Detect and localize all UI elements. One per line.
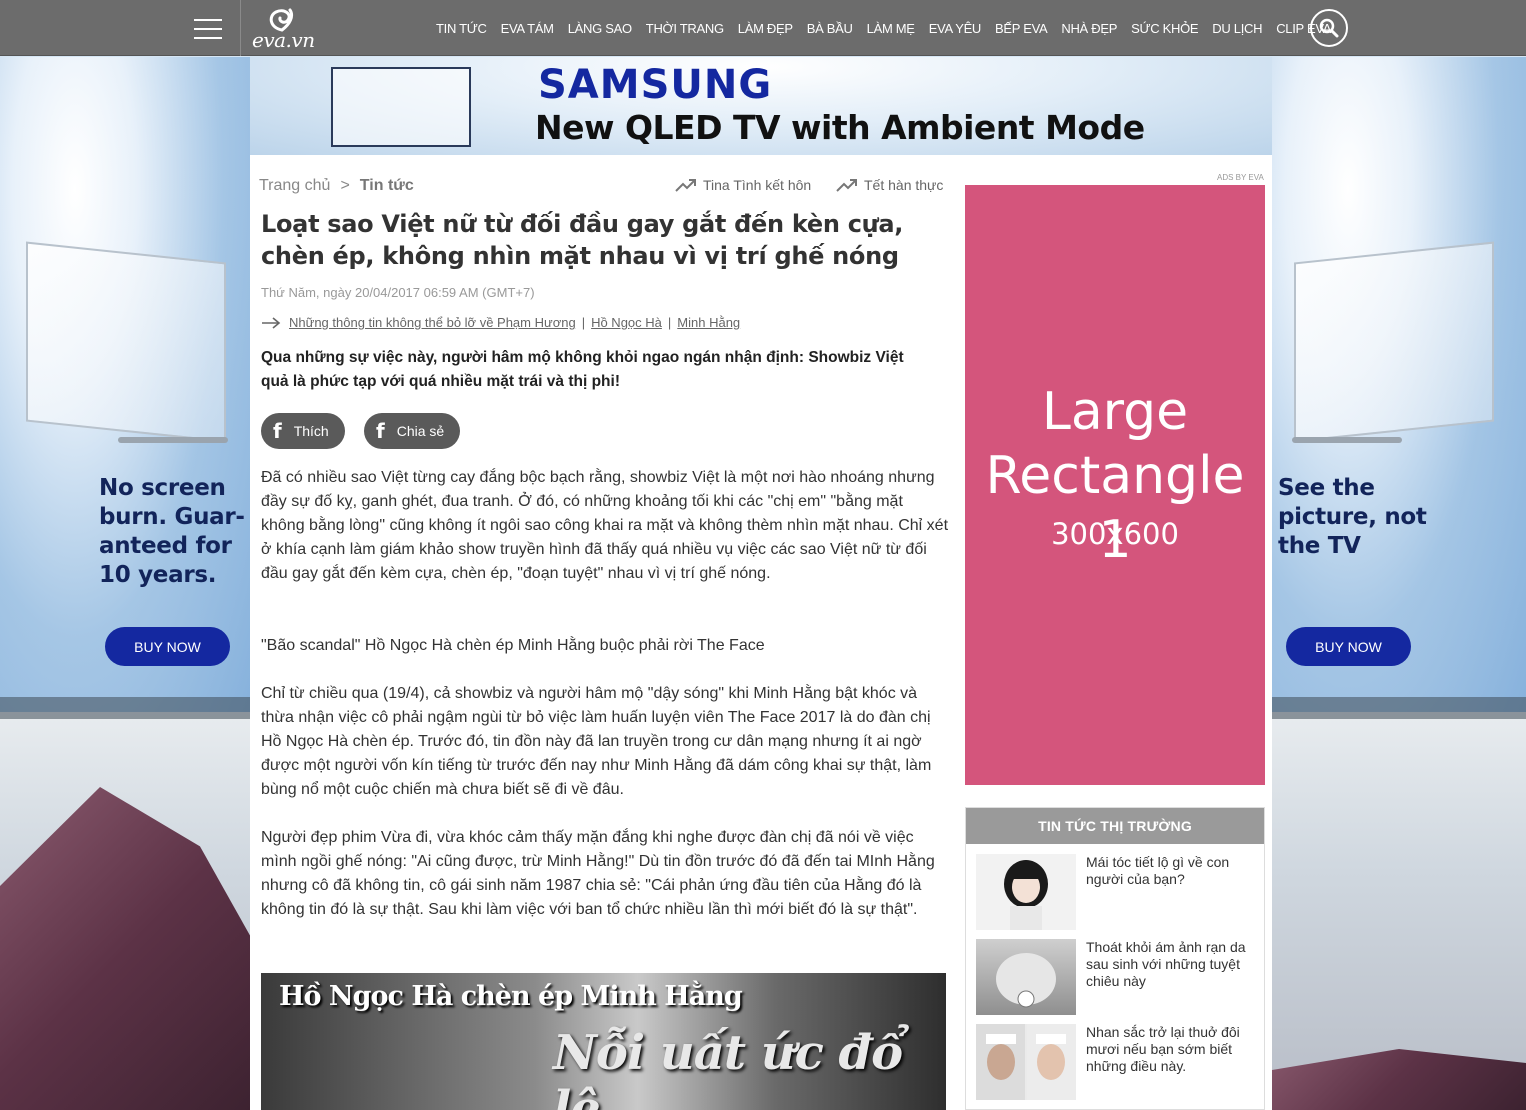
menu-suc-khoe[interactable]: SỨC KHỎE (1131, 21, 1199, 36)
left-buy-now-button[interactable]: BUY NOW (105, 627, 230, 666)
related-link-pham-huong[interactable]: Những thông tin không thể bỏ lỡ về Phạm … (289, 315, 576, 330)
ad-placeholder-size: 300x600 (1051, 517, 1179, 551)
menu-eva-yeu[interactable]: EVA YÊU (929, 21, 982, 36)
facebook-like-button[interactable]: f Thích (261, 413, 345, 449)
menu-thoi-trang[interactable]: THỜI TRANG (646, 21, 724, 36)
article-paragraph: Đã có nhiều sao Việt từng cay đắng bộc b… (261, 469, 949, 582)
menu-lang-sao[interactable]: LÀNG SAO (568, 21, 632, 36)
market-thumbnail (976, 939, 1076, 1015)
menu-ba-bau[interactable]: BÀ BẦU (807, 21, 853, 36)
eva-logo[interactable]: eva.vn (252, 6, 332, 52)
ads-by-eva-label: ADS BY EVA (1217, 173, 1264, 182)
market-thumbnail (976, 1024, 1076, 1100)
samsung-logo: SAMSUNG (538, 62, 773, 108)
menu-lam-dep[interactable]: LÀM ĐẸP (738, 21, 793, 36)
pregnant-belly-icon (996, 953, 1056, 1008)
article-date: Thứ Năm, ngày 20/04/2017 06:59 AM (GMT+7… (261, 285, 535, 300)
search-icon (1319, 18, 1339, 38)
menu-du-lich[interactable]: DU LỊCH (1212, 21, 1262, 36)
right-buy-now-button[interactable]: BUY NOW (1286, 627, 1411, 666)
main-menu: TIN TỨC EVA TÁM LÀNG SAO THỜI TRANG LÀM … (436, 0, 1345, 56)
market-news-box: TIN TỨC THỊ TRƯỜNG Mái tóc tiết lộ gì về… (965, 807, 1265, 1110)
market-news-item[interactable]: Nhan sắc trở lại thuở đôi mươi nếu bạn s… (976, 1024, 1256, 1100)
related-link-ho-ngoc-ha[interactable]: Hồ Ngọc Hà (591, 315, 662, 330)
tv-stand (118, 437, 228, 443)
treeline (0, 697, 250, 719)
related-link-minh-hang[interactable]: Minh Hằng (677, 315, 740, 330)
breadcrumb: Trang chủ > Tin tức (259, 177, 414, 195)
menu-eva-tam[interactable]: EVA TÁM (501, 21, 554, 36)
right-skin-ad[interactable]: See the picture, not the TV BUY NOW (1272, 57, 1526, 1110)
market-thumbnail (976, 854, 1076, 930)
before-after-face-icon (976, 1024, 1076, 1100)
search-button[interactable] (1310, 9, 1348, 47)
facebook-icon: f (376, 419, 385, 443)
market-news-item[interactable]: Thoát khỏi ám ảnh rạn da sau sinh với nh… (976, 939, 1256, 1015)
article-subheading: "Bão scandal" Hồ Ngọc Hà chèn ép Minh Hằ… (261, 637, 765, 654)
main-content: Trang chủ > Tin tức Tina Tình kết hôn Tế… (250, 155, 1272, 1110)
large-rectangle-ad[interactable]: Large Rectangle 1 300x600 (965, 185, 1265, 785)
menu-bep-eva[interactable]: BẾP EVA (995, 21, 1048, 36)
trending-link-2[interactable]: Tết hàn thực (836, 177, 943, 193)
samsung-top-banner[interactable]: SAMSUNG New QLED TV with Ambient Mode (250, 57, 1272, 155)
left-skin-ad[interactable]: No screen burn. Guar- anteed for 10 year… (0, 57, 250, 1110)
menu-nha-dep[interactable]: NHÀ ĐẸP (1061, 21, 1117, 36)
hamburger-icon (193, 17, 222, 39)
menu-tin-tuc[interactable]: TIN TỨC (436, 21, 487, 36)
right-ad-copy: See the picture, not the TV (1278, 475, 1427, 559)
banner-tagline: New QLED TV with Ambient Mode (535, 108, 1145, 147)
related-tags: Những thông tin không thể bỏ lỡ về Phạm … (261, 315, 740, 330)
hamburger-menu-button[interactable] (175, 0, 241, 56)
article-paragraph: Người đẹp phim Vừa đi, vừa khóc cảm thấy… (261, 829, 935, 918)
arrow-right-icon (262, 316, 281, 329)
article-paragraph: Chỉ từ chiều qua (19/4), cả showbiz và n… (261, 685, 932, 798)
breadcrumb-separator: > (340, 177, 350, 194)
article-image[interactable]: Hồ Ngọc Hà chèn ép Minh Hằng Nỗi uất ức … (261, 973, 946, 1110)
left-ad-copy: No screen burn. Guar- anteed for 10 year… (99, 475, 245, 588)
facebook-icon: f (273, 419, 282, 443)
tv-outline-image (331, 67, 471, 147)
trending-up-icon (836, 179, 857, 192)
tv-stand (1292, 437, 1402, 443)
image-caption: Hồ Ngọc Hà chèn ép Minh Hằng (279, 981, 743, 1012)
article-title: Loạt sao Việt nữ từ đối đầu gay gắt đến … (261, 210, 904, 270)
article-summary: Qua những sự việc này, người hâm mộ khôn… (261, 349, 904, 390)
tv-image (1294, 241, 1494, 443)
trending-link-1[interactable]: Tina Tình kết hôn (675, 177, 811, 193)
facebook-share-button[interactable]: f Chia sẻ (364, 413, 461, 449)
trending-up-icon (675, 179, 696, 192)
breadcrumb-current[interactable]: Tin tức (360, 177, 414, 195)
market-news-item[interactable]: Mái tóc tiết lộ gì về con người của bạn? (976, 854, 1256, 930)
menu-lam-me[interactable]: LÀM MẸ (867, 21, 915, 36)
tv-image (26, 241, 226, 443)
treeline (1272, 697, 1526, 719)
image-overlay-text: Nỗi uất ức đổ lệ (553, 1025, 903, 1110)
top-navigation: eva.vn TIN TỨC EVA TÁM LÀNG SAO THỜI TRA… (0, 0, 1526, 56)
girl-illustration-icon (1004, 860, 1048, 930)
market-news-heading: TIN TỨC THỊ TRƯỜNG (966, 808, 1264, 844)
breadcrumb-home[interactable]: Trang chủ (259, 177, 330, 195)
